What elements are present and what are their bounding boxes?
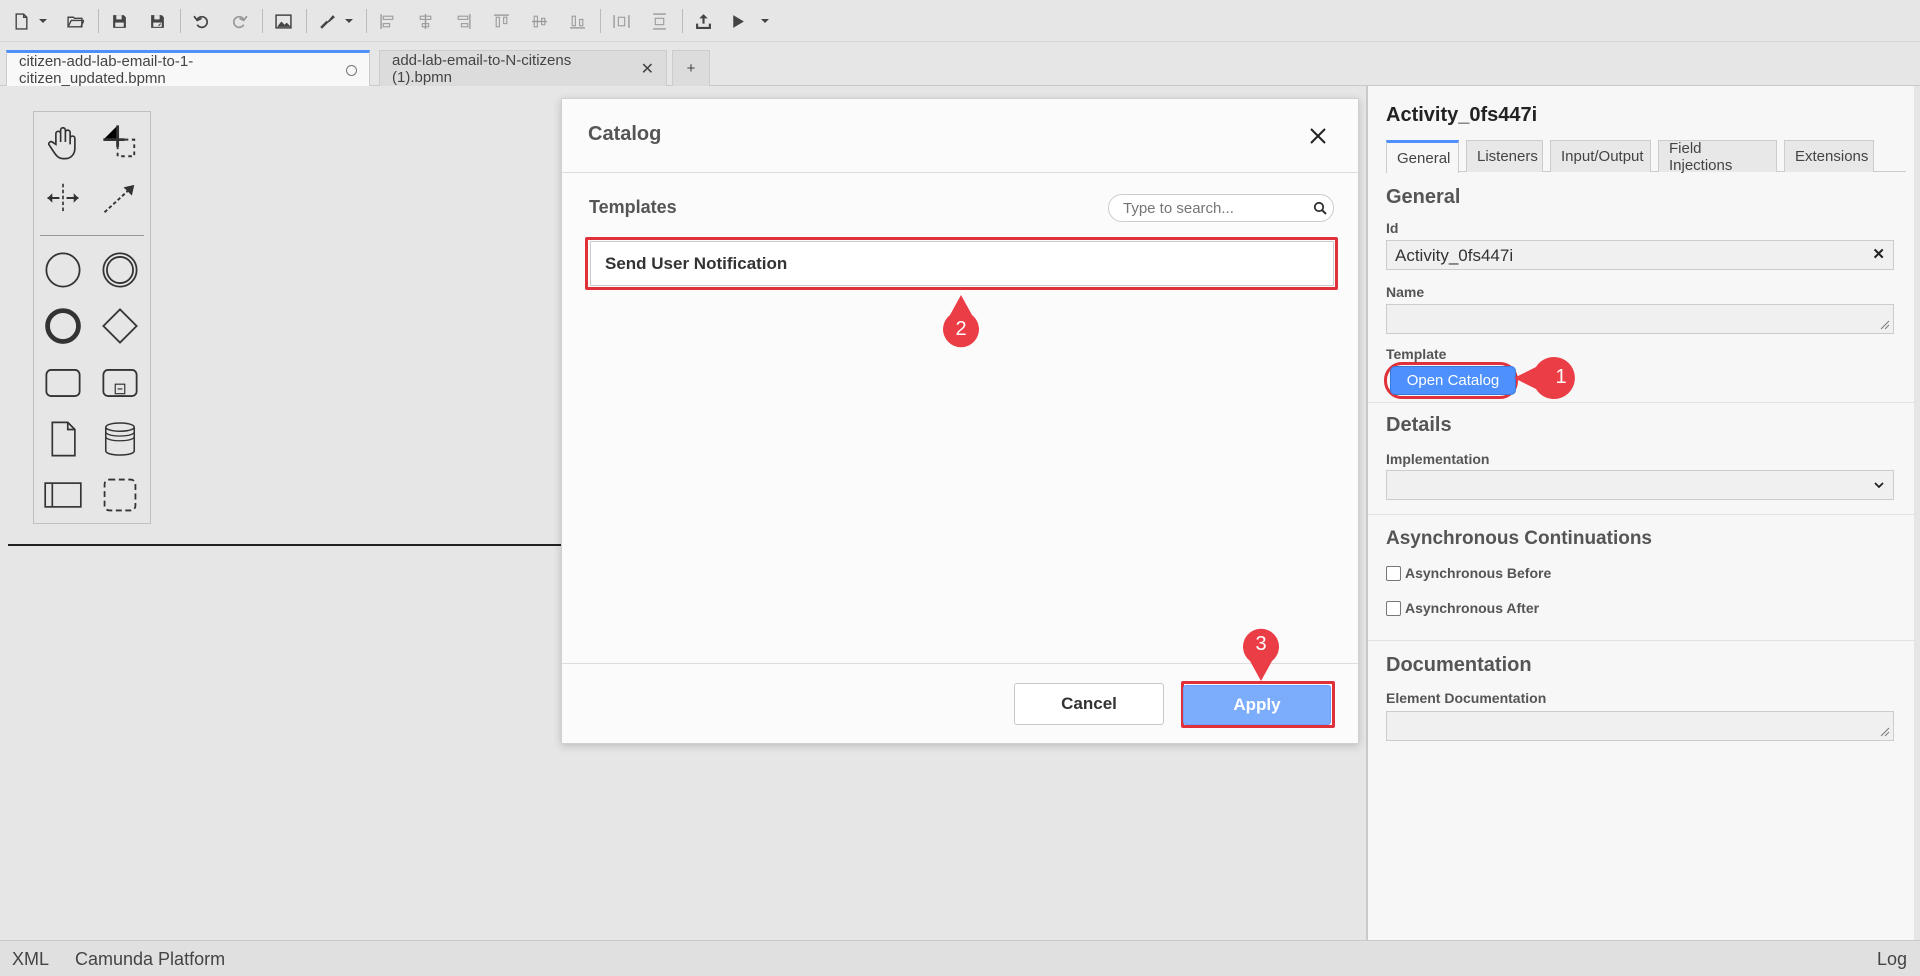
close-icon[interactable]: ✕ — [641, 59, 654, 79]
group-icon[interactable] — [98, 473, 142, 517]
general-section-title: General — [1386, 186, 1461, 208]
hand-tool-icon[interactable] — [41, 120, 85, 164]
subprocess-icon[interactable] — [98, 361, 142, 405]
connect-tool-icon[interactable] — [98, 176, 142, 220]
end-event-icon[interactable] — [41, 304, 85, 348]
step-number-2: 2 — [955, 318, 967, 340]
save-icon[interactable] — [106, 9, 132, 33]
sequence-flow-line[interactable] — [8, 544, 568, 546]
template-search-input[interactable] — [1108, 194, 1334, 222]
align-center-icon[interactable] — [412, 9, 438, 33]
platform-label[interactable]: Camunda Platform — [75, 949, 225, 970]
gateway-icon[interactable] — [98, 304, 142, 348]
distribute-horizontal-icon[interactable] — [608, 9, 634, 33]
export-image-icon[interactable] — [270, 9, 296, 33]
log-toggle[interactable]: Log — [1877, 949, 1907, 970]
apply-button[interactable]: Apply — [1183, 685, 1331, 725]
documentation-section-title: Documentation — [1386, 654, 1532, 676]
properties-panel: Activity_0fs447i General Listeners Input… — [1366, 86, 1916, 940]
plus-icon: + — [686, 60, 696, 77]
toolbar — [0, 0, 1920, 42]
start-event-icon[interactable] — [41, 248, 85, 292]
element-title: Activity_0fs447i — [1386, 104, 1538, 126]
tab-field-injections[interactable]: Field Injections — [1658, 140, 1777, 174]
new-tab-button[interactable]: + — [672, 50, 710, 86]
start-instance-icon[interactable] — [724, 9, 750, 33]
id-field[interactable]: Activity_0fs447i ✕ — [1386, 240, 1894, 270]
async-before-row[interactable]: Asynchronous Before — [1386, 565, 1551, 581]
pool-icon[interactable] — [41, 473, 85, 517]
element-documentation-label: Element Documentation — [1386, 690, 1547, 706]
data-store-icon[interactable] — [98, 417, 142, 461]
color-picker-icon[interactable] — [314, 9, 340, 33]
new-file-icon[interactable] — [8, 9, 34, 33]
task-icon[interactable] — [41, 361, 85, 405]
align-top-icon[interactable] — [488, 9, 514, 33]
deploy-icon[interactable] — [690, 9, 716, 33]
clear-icon[interactable]: ✕ — [1872, 245, 1885, 263]
async-after-label: Asynchronous After — [1405, 600, 1540, 616]
save-as-icon[interactable] — [144, 9, 170, 33]
close-dialog-icon[interactable] — [1305, 123, 1331, 149]
open-folder-icon[interactable] — [62, 9, 88, 33]
name-label: Name — [1386, 284, 1425, 300]
async-before-label: Asynchronous Before — [1405, 565, 1552, 581]
details-section-title: Details — [1386, 414, 1452, 436]
tab-listeners[interactable]: Listeners — [1466, 140, 1543, 172]
catalog-dialog: Catalog Templates Send User Notification… — [561, 98, 1359, 744]
tab-citizen-add-lab-email[interactable]: citizen-add-lab-email-to-1-citizen_updat… — [6, 50, 370, 87]
tool-palette — [33, 111, 151, 524]
search-icon — [1313, 201, 1327, 215]
id-label: Id — [1386, 220, 1399, 236]
redo-icon[interactable] — [226, 9, 252, 33]
tab-label: citizen-add-lab-email-to-1-citizen_updat… — [19, 53, 194, 87]
implementation-select[interactable] — [1386, 470, 1894, 500]
start-instance-dropdown-icon[interactable] — [760, 9, 770, 33]
lasso-tool-icon[interactable] — [98, 120, 142, 164]
async-before-checkbox[interactable] — [1386, 565, 1401, 581]
implementation-label: Implementation — [1386, 451, 1490, 467]
id-value: Activity_0fs447i — [1395, 246, 1514, 265]
chevron-down-icon — [1874, 482, 1884, 489]
async-section-title: Asynchronous Continuations — [1386, 528, 1652, 549]
resize-handle-icon[interactable] — [1880, 320, 1890, 330]
name-field[interactable] — [1386, 304, 1894, 334]
resize-handle-icon[interactable] — [1880, 727, 1890, 737]
templates-label: Templates — [589, 197, 677, 217]
tab-input-output[interactable]: Input/Output — [1550, 140, 1651, 172]
align-right-icon[interactable] — [450, 9, 476, 33]
intermediate-event-icon[interactable] — [98, 248, 142, 292]
distribute-vertical-icon[interactable] — [646, 9, 672, 33]
align-middle-icon[interactable] — [526, 9, 552, 33]
template-label: Template — [1386, 346, 1447, 362]
template-item[interactable]: Send User Notification — [590, 241, 1334, 286]
space-tool-icon[interactable] — [41, 176, 85, 220]
cancel-button[interactable]: Cancel — [1014, 683, 1164, 725]
async-after-row[interactable]: Asynchronous After — [1386, 600, 1539, 616]
tab-general[interactable]: General — [1386, 140, 1459, 173]
tab-extensions[interactable]: Extensions — [1784, 140, 1874, 172]
tab-label: add-lab-email-to-N-citizens (1).bpmn — [392, 51, 572, 86]
unsaved-dot-icon — [346, 64, 357, 76]
align-left-icon[interactable] — [374, 9, 400, 33]
color-picker-dropdown-icon[interactable] — [344, 9, 354, 33]
tab-bar: citizen-add-lab-email-to-1-citizen_updat… — [0, 42, 1920, 87]
tab-add-lab-email-n-citizens[interactable]: add-lab-email-to-N-citizens (1).bpmn ✕ — [379, 50, 667, 86]
element-documentation-field[interactable] — [1386, 711, 1894, 741]
align-bottom-icon[interactable] — [564, 9, 590, 33]
undo-icon[interactable] — [188, 9, 214, 33]
step-number-1: 1 — [1555, 366, 1567, 388]
data-object-icon[interactable] — [41, 417, 85, 461]
async-after-checkbox[interactable] — [1386, 600, 1401, 616]
open-catalog-button[interactable]: Open Catalog — [1390, 366, 1516, 395]
xml-view-toggle[interactable]: XML — [12, 949, 49, 970]
step-number-3: 3 — [1255, 633, 1267, 655]
dialog-title: Catalog — [588, 123, 662, 145]
properties-tabs: General Listeners Input/Output Field Inj… — [1386, 140, 1906, 174]
new-file-dropdown-icon[interactable] — [38, 9, 48, 33]
status-bar: XML Camunda Platform Log — [0, 940, 1920, 976]
dialog-header: Catalog — [562, 99, 1358, 173]
